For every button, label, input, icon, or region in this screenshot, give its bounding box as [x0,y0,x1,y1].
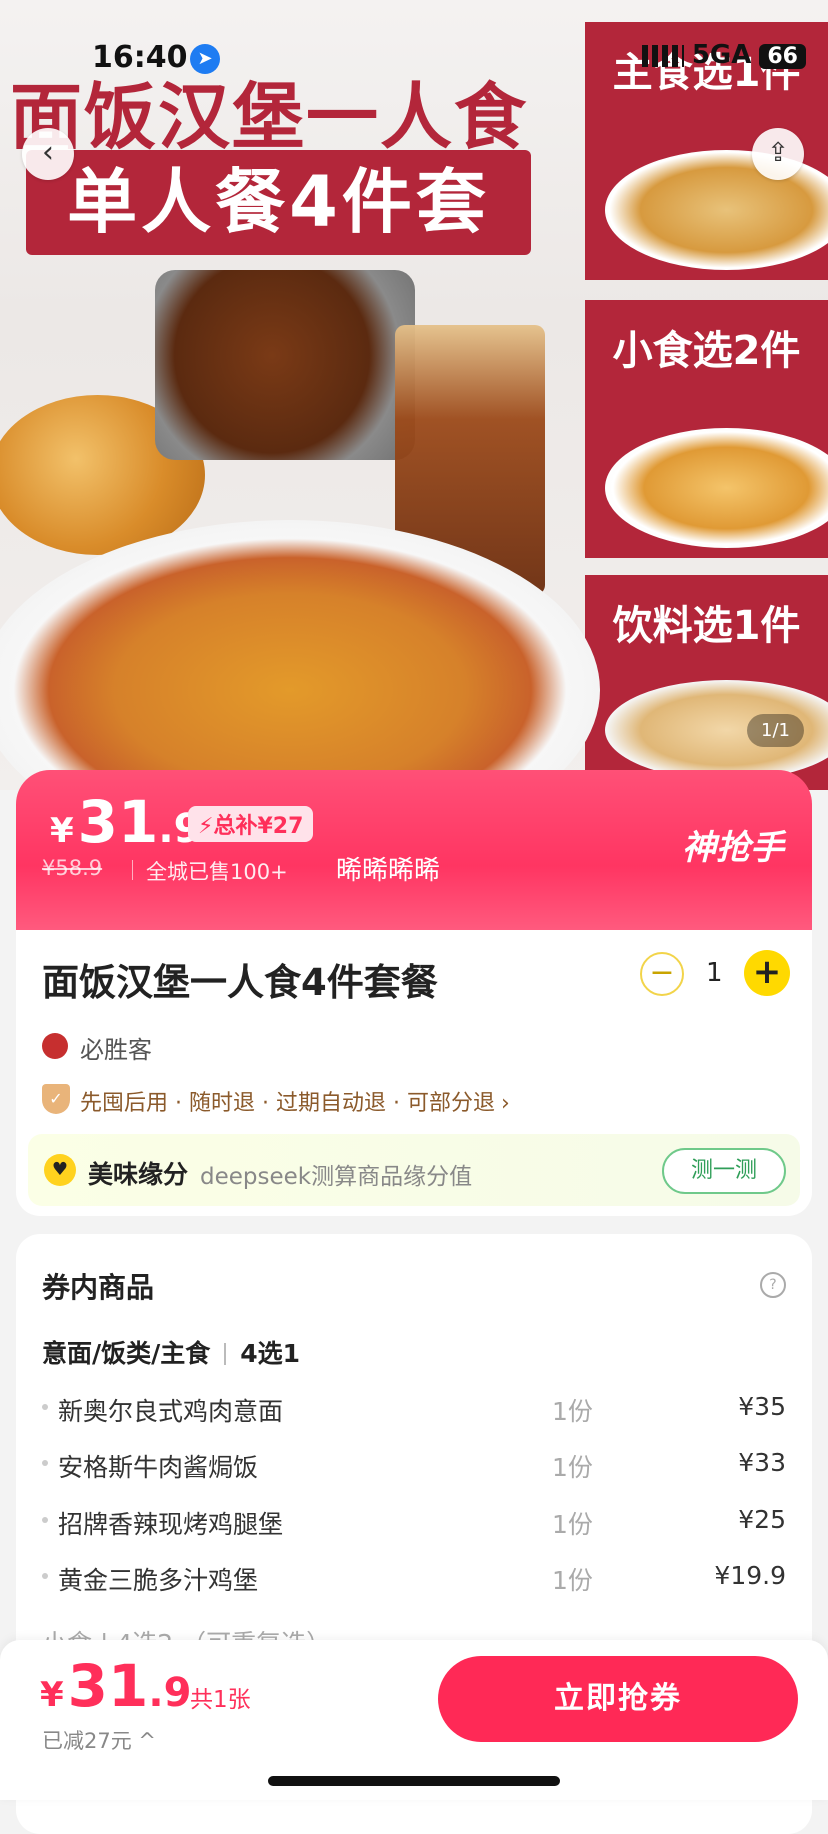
back-button[interactable]: ‹ [22,128,74,180]
hero-banner-subtitle: 单人餐4件套 [26,150,531,255]
buy-coupon-button[interactable]: 立即抢券 [438,1656,798,1742]
match-description: deepseek测算商品缘分值 [200,1164,473,1190]
signal-icon [641,44,684,67]
price-currency: ¥ [40,1675,64,1715]
share-icon: ⇪ [767,138,789,168]
network-type: 5GA [691,40,752,70]
share-button[interactable]: ⇪ [752,128,804,180]
bullet [42,1460,48,1466]
heart-face-icon: ♥ [44,1154,76,1186]
hero-wings-image [155,270,415,460]
sold-count: 全城已售100+ [146,860,288,884]
plus-icon: + [752,952,782,992]
brand-logo: 神抢手 [682,828,784,868]
item-name: 新奥尔良式鸡肉意面 [58,1397,284,1426]
bullet [42,1573,48,1579]
match-label: 美味缘分 [88,1160,189,1189]
list-item: 安格斯牛肉酱焗饭 1份 ¥33 [42,1444,786,1484]
location-arrow-icon: ➤ [190,44,220,74]
quantity-increase-button[interactable]: + [744,950,790,996]
image-counter: 1/1 [747,714,804,747]
item-price: ¥35 [738,1392,786,1421]
shield-check-icon: ✓ [42,1084,70,1114]
product-card: 面饭汉堡一人食4件套餐 − 1 + 必胜客 ✓ 先囤后用 · 随时退 · 过期自… [16,930,812,1216]
chevron-right-icon: › [500,1091,510,1116]
quantity-value: 1 [706,958,723,988]
chevron-up-icon: ^ [138,1729,157,1753]
hero-side-card-label: 饮料选1件 [612,603,801,649]
product-title: 面饭汉堡一人食4件套餐 [42,961,438,1004]
hero-side-card-snack: 小食选2件 [585,300,828,558]
item-quantity: 1份 [552,1453,593,1482]
list-item: 新奥尔良式鸡肉意面 1份 ¥35 [42,1388,786,1428]
promo-text: 晞晞晞晞 [336,856,441,886]
status-time: 16:40 [92,40,188,75]
lightning-icon: ⚡ [198,814,214,839]
quantity-decrease-button[interactable]: − [640,952,684,996]
item-quantity: 1份 [552,1510,593,1539]
price-decimal: .9 [148,1670,192,1716]
total-price: ¥31.9 [40,1652,191,1720]
help-icon[interactable]: ? [760,1272,786,1298]
item-quantity: 1份 [552,1566,593,1595]
item-price: ¥25 [738,1505,786,1534]
group-name: 意面/饭类/主食 [42,1339,211,1368]
price-currency: ¥ [50,811,74,851]
price-integer: 31 [77,788,159,856]
item-name: 安格斯牛肉酱焗饭 [58,1453,259,1482]
deal-price: ¥31.9 [50,788,201,856]
home-indicator[interactable] [268,1776,560,1786]
subsidy-badge: ⚡总补¥27 [188,806,314,842]
battery-icon: 66 [759,44,806,69]
item-price: ¥19.9 [714,1561,786,1590]
item-quantity: 1份 [552,1397,593,1426]
bullet [42,1404,48,1410]
status-right: 5GA 66 [641,40,806,70]
divider [224,1343,227,1365]
match-score-box: ♥ 美味缘分 deepseek测算商品缘分值 测一测 [28,1134,800,1206]
shop-name[interactable]: 必胜客 [80,1030,152,1065]
list-item: 招牌香辣现烤鸡腿堡 1份 ¥25 [42,1501,786,1541]
refund-policy[interactable]: 先囤后用 · 随时退 · 过期自动退 · 可部分退 › [80,1085,510,1117]
chevron-left-icon: ‹ [42,135,54,170]
item-price: ¥33 [738,1448,786,1477]
price-integer: 31 [67,1652,149,1720]
item-name: 招牌香辣现烤鸡腿堡 [58,1510,284,1539]
section-title: 券内商品 [42,1271,155,1304]
product-hero-image[interactable]: 面饭汉堡一人食 单人餐4件套 主食选1件 小食选2件 饮料选1件 1/1 [0,0,828,790]
price-banner: ¥31.9 ⚡总补¥27 ¥58.9 全城已售100+ 晞晞晞晞 神抢手 [16,770,812,930]
shop-logo-icon [42,1033,68,1059]
original-price: ¥58.9 [42,856,103,880]
hero-side-card-drink: 饮料选1件 [585,575,828,790]
saved-amount[interactable]: 已减27元 ^ [42,1725,156,1755]
hero-plate-image [605,428,828,548]
bullet [42,1517,48,1523]
test-match-button[interactable]: 测一测 [662,1148,786,1194]
coupon-count: 共1张 [190,1687,251,1713]
item-group-header: 意面/饭类/主食 4选1 [42,1334,300,1370]
minus-icon: − [649,955,675,990]
divider [132,860,133,880]
hero-banner-title: 面饭汉堡一人食 [10,75,529,159]
item-name: 黄金三脆多汁鸡堡 [58,1566,259,1595]
hero-side-card-label: 小食选2件 [612,328,801,374]
group-rule: 4选1 [240,1339,301,1368]
list-item: 黄金三脆多汁鸡堡 1份 ¥19.9 [42,1557,786,1597]
